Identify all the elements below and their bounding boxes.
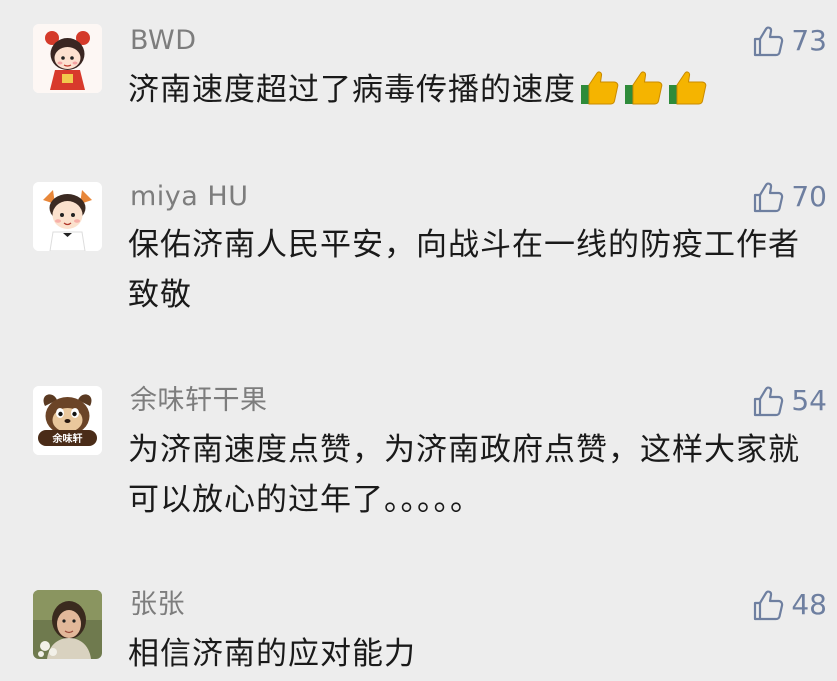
comment-text: 济南速度超过了病毒传播的速度 xyxy=(128,65,818,115)
thumbs-up-emoji-icon xyxy=(625,71,663,105)
cartoon-child-avatar[interactable] xyxy=(33,182,102,251)
like-button[interactable]: 48 xyxy=(751,588,827,622)
cartoon-girl-avatar[interactable] xyxy=(33,24,102,93)
comment-author[interactable]: 张张 xyxy=(130,588,185,622)
comment-text: 相信济南的应对能力 xyxy=(128,636,416,672)
comment-author[interactable]: BWD xyxy=(130,24,197,58)
thumbs-up-icon xyxy=(754,386,784,417)
comment-author[interactable]: 余味轩干果 xyxy=(130,384,268,418)
comment-text-content: 济南速度超过了病毒传播的速度 xyxy=(128,72,576,108)
comment-text: 保佑济南人民平安，向战斗在一线的防疫工作者致敬 xyxy=(128,227,800,313)
thumbs-up-emoji-icon xyxy=(581,71,619,105)
like-count: 73 xyxy=(791,24,827,57)
thumbs-up-icon xyxy=(754,26,784,57)
like-count: 48 xyxy=(791,588,827,621)
photo-avatar[interactable] xyxy=(33,590,102,659)
thumbs-up-emoji-icon xyxy=(669,71,707,105)
svg-text:余味轩: 余味轩 xyxy=(52,432,83,445)
like-count: 70 xyxy=(791,180,827,213)
thumbs-up-icon xyxy=(754,590,784,621)
comment-author[interactable]: miya HU xyxy=(130,180,248,214)
like-button[interactable]: 73 xyxy=(751,24,827,58)
thumbs-up-icon xyxy=(754,182,784,213)
like-button[interactable]: 70 xyxy=(751,180,827,214)
like-count: 54 xyxy=(791,384,827,417)
comment-text: 为济南速度点赞，为济南政府点赞，这样大家就可以放心的过年了。。。。。 xyxy=(128,432,800,518)
like-button[interactable]: 54 xyxy=(751,384,827,418)
squirrel-logo-avatar[interactable]: 余味轩 xyxy=(33,386,102,455)
